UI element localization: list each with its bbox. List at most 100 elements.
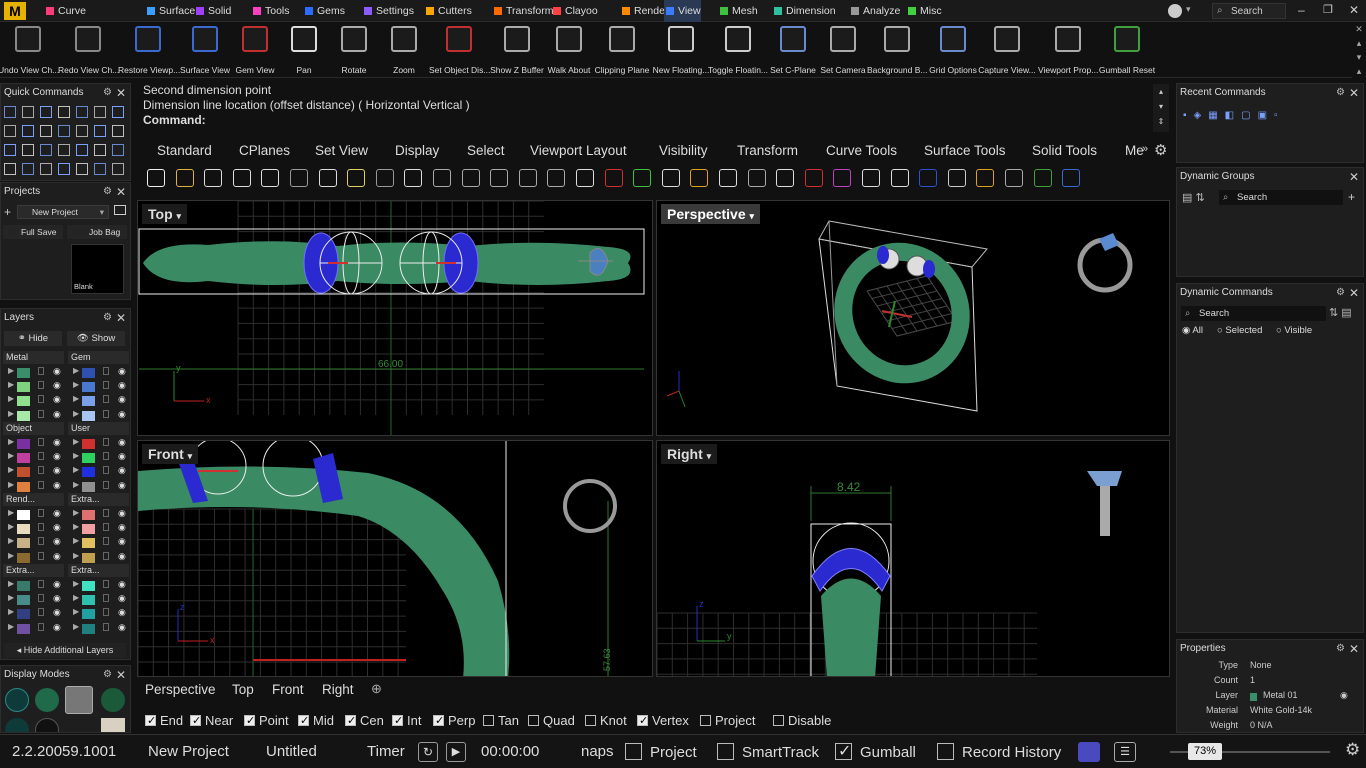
quick-command-icon[interactable] bbox=[112, 125, 124, 137]
standard-tool-icon[interactable] bbox=[776, 169, 795, 187]
layer-lock-icon[interactable] bbox=[38, 622, 44, 631]
quick-command-icon[interactable] bbox=[94, 144, 106, 156]
layer-group-header[interactable]: Gem bbox=[68, 351, 129, 364]
layer-color-swatch[interactable] bbox=[17, 538, 30, 549]
standard-tool-icon[interactable] bbox=[947, 169, 966, 187]
project-name[interactable]: New Project bbox=[148, 743, 229, 760]
layer-color-swatch[interactable] bbox=[82, 510, 95, 520]
osnap-vertex[interactable]: Vertex bbox=[637, 713, 689, 729]
ribbon-rotate-button[interactable]: Rotate bbox=[334, 22, 374, 78]
menu-cutters[interactable]: Cutters bbox=[424, 0, 472, 22]
layer-lock-icon[interactable] bbox=[38, 509, 44, 517]
notes-icon[interactable]: ☰ bbox=[1114, 742, 1136, 762]
quick-command-icon[interactable] bbox=[94, 106, 106, 118]
menu-gems[interactable]: Gems bbox=[303, 0, 345, 22]
standard-tool-icon[interactable] bbox=[318, 169, 337, 187]
layer-row-expand-icon[interactable]: ▶ bbox=[8, 551, 14, 560]
layer-visibility-eye-icon[interactable]: ◉ bbox=[118, 437, 126, 448]
ribbon-clipping-plane-button[interactable]: Clipping Plane bbox=[595, 22, 649, 78]
zoom-slider-value[interactable]: 73% bbox=[1188, 743, 1222, 760]
layer-lock-icon[interactable] bbox=[103, 466, 109, 475]
gear-icon[interactable]: ⚙ bbox=[103, 84, 112, 102]
viewport-perspective[interactable]: Perspective ▾ bbox=[656, 200, 1170, 436]
quick-command-icon[interactable] bbox=[58, 144, 70, 156]
layer-lock-icon[interactable] bbox=[38, 608, 44, 617]
layer-lock-icon[interactable] bbox=[103, 622, 109, 631]
layer-row-expand-icon[interactable]: ▶ bbox=[8, 593, 14, 602]
standard-tool-icon[interactable] bbox=[204, 169, 223, 187]
dynamic-groups-search-input[interactable]: ⌕ Search bbox=[1219, 190, 1343, 205]
layer-visibility-eye-icon[interactable]: ◉ bbox=[118, 622, 126, 633]
layer-lock-icon[interactable] bbox=[38, 537, 44, 546]
layer-lock-icon[interactable] bbox=[38, 367, 44, 375]
layer-color-swatch[interactable] bbox=[82, 609, 95, 620]
layer-color-swatch[interactable] bbox=[82, 623, 95, 634]
layer-group-header[interactable]: User bbox=[68, 422, 129, 435]
osnaps-toggle[interactable]: naps bbox=[581, 743, 614, 760]
layer-visibility-eye-icon[interactable]: ◉ bbox=[118, 579, 126, 590]
ribbon-side-controls[interactable]: ✕ ▴ ▾ ▴ bbox=[1352, 22, 1366, 78]
layer-group-header[interactable]: Metal bbox=[3, 351, 64, 364]
layer-lock-icon[interactable] bbox=[38, 580, 44, 588]
layer-row-expand-icon[interactable]: ▶ bbox=[8, 579, 14, 588]
quick-command-icon[interactable] bbox=[22, 125, 34, 137]
toolbar-tab-viewport-layout[interactable]: Viewport Layout bbox=[530, 140, 627, 162]
layer-color-swatch[interactable] bbox=[82, 453, 95, 464]
quick-command-icon[interactable] bbox=[22, 163, 34, 175]
layer-visibility-eye-icon[interactable]: ◉ bbox=[118, 551, 126, 562]
layer-color-swatch[interactable] bbox=[17, 581, 30, 591]
viewport-top[interactable]: 66.00 y x Top ▾ bbox=[137, 200, 653, 436]
close-icon[interactable]: ✕ bbox=[116, 183, 126, 201]
layer-color-swatch[interactable] bbox=[82, 368, 95, 378]
layer-visibility-eye-icon[interactable]: ◉ bbox=[118, 607, 126, 618]
ribbon-set-c-plane-button[interactable]: Set C-Plane bbox=[770, 22, 816, 78]
standard-tool-icon[interactable] bbox=[833, 169, 852, 187]
ribbon-grid-options-button[interactable]: Grid Options bbox=[929, 22, 977, 78]
gear-icon[interactable]: ⚙ bbox=[103, 183, 112, 201]
layer-visibility-eye-icon[interactable]: ◉ bbox=[118, 409, 126, 420]
close-icon[interactable]: ✕ bbox=[116, 309, 126, 327]
layer-group-header[interactable]: Object bbox=[3, 422, 64, 435]
checkbox[interactable] bbox=[585, 715, 596, 726]
layer-row-expand-icon[interactable]: ▶ bbox=[8, 622, 14, 631]
layer-visibility-eye-icon[interactable]: ◉ bbox=[118, 451, 126, 462]
quick-command-icon[interactable] bbox=[40, 144, 52, 156]
layer-color-swatch[interactable] bbox=[17, 382, 30, 393]
quick-command-icon[interactable] bbox=[22, 106, 34, 118]
standard-tool-icon[interactable] bbox=[1005, 169, 1023, 187]
quick-command-icon[interactable] bbox=[58, 106, 70, 118]
standard-tool-icon[interactable] bbox=[1062, 169, 1081, 187]
osnap-int[interactable]: Int bbox=[392, 713, 421, 729]
viewport-right[interactable]: 8.42 z y Right ▾ bbox=[656, 440, 1170, 677]
menu-view[interactable]: View bbox=[664, 0, 701, 22]
layer-color-swatch[interactable] bbox=[17, 410, 30, 421]
osnap-end[interactable]: End bbox=[145, 713, 183, 729]
menu-clayoo[interactable]: Clayoo bbox=[551, 0, 598, 22]
layer-visibility-eye-icon[interactable]: ◉ bbox=[118, 593, 126, 604]
layer-row-expand-icon[interactable]: ▶ bbox=[73, 380, 79, 389]
layer-color-swatch[interactable] bbox=[17, 453, 30, 464]
checkbox[interactable] bbox=[190, 713, 201, 729]
close-icon[interactable]: ✕ bbox=[116, 84, 126, 102]
layer-row-expand-icon[interactable]: ▶ bbox=[73, 607, 79, 616]
blank-project-thumbnail[interactable]: Blank bbox=[71, 244, 124, 294]
minimize-button[interactable]: – bbox=[1298, 3, 1305, 17]
layer-row-expand-icon[interactable]: ▶ bbox=[8, 508, 14, 517]
menu-dimension[interactable]: Dimension bbox=[772, 0, 836, 22]
toolbar-tab-standard[interactable]: Standard bbox=[157, 140, 212, 162]
layer-visibility-eye-icon[interactable]: ◉ bbox=[118, 394, 126, 405]
layer-row-expand-icon[interactable]: ▶ bbox=[8, 437, 14, 446]
standard-tool-icon[interactable] bbox=[862, 169, 880, 187]
layer-lock-icon[interactable] bbox=[103, 395, 109, 404]
layer-color-swatch[interactable] bbox=[82, 467, 95, 478]
close-icon[interactable]: ✕ bbox=[1349, 640, 1359, 658]
layer-lock-icon[interactable] bbox=[38, 409, 44, 418]
layer-color-swatch[interactable] bbox=[82, 595, 95, 606]
standard-tool-icon[interactable] bbox=[175, 169, 194, 187]
viewport-label-right[interactable]: Right ▾ bbox=[661, 444, 718, 464]
gear-icon[interactable]: ⚙ bbox=[1336, 284, 1345, 302]
standard-tool-icon[interactable] bbox=[576, 169, 594, 187]
layer-group-header[interactable]: Extra... bbox=[68, 493, 129, 506]
recent-command-icons[interactable]: ▪◈▦◧▢▣▫ bbox=[1183, 110, 1285, 121]
ribbon-toggle-floatin-button[interactable]: Toggle Floatin... bbox=[708, 22, 768, 78]
